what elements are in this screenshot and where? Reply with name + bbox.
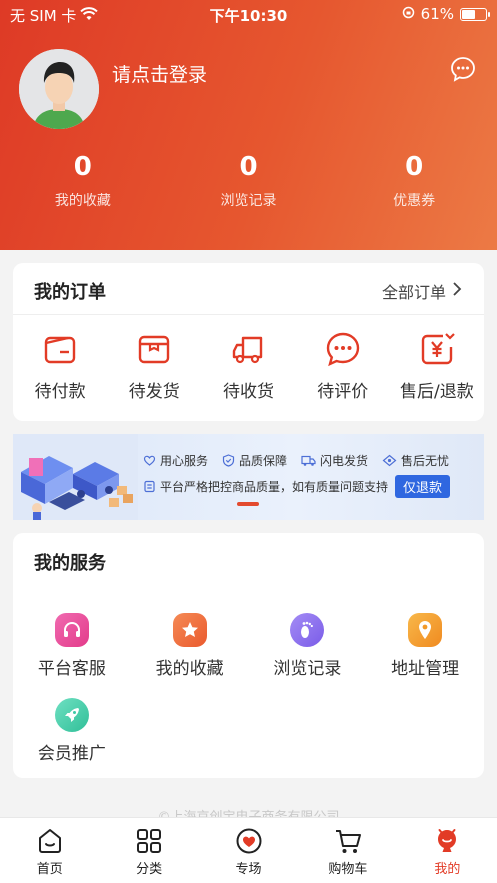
services-card: 我的服务 平台客服 我的收藏 浏览记录 地址管理 会员推广 (13, 533, 484, 778)
profile-header: 无 SIM 卡 下午10:30 61% 请点击登录 0 我的收藏 0 浏览记录 … (0, 0, 497, 250)
stat-label: 优惠券 (393, 193, 436, 209)
order-pending-payment[interactable]: 待付款 (13, 331, 107, 402)
banner-tag-label: 闪电发货 (320, 454, 369, 468)
service-label: 会员推广 (37, 744, 106, 764)
home-icon (38, 829, 61, 853)
order-pending-shipment[interactable]: 待发货 (107, 331, 201, 402)
stat-label: 我的收藏 (54, 193, 111, 209)
comment-icon (326, 332, 359, 367)
tab-profile[interactable]: 我的 (398, 818, 497, 883)
banner-tags: 用心服务 品质保障 闪电发货 售后无忧 (143, 452, 449, 469)
service-banner[interactable]: 用心服务 品质保障 闪电发货 售后无忧 平台严格把控商品质量，如有质量问题支持 … (13, 434, 484, 520)
tab-home[interactable]: 首页 (0, 818, 99, 883)
banner-tag: 闪电发货 (301, 452, 368, 469)
service-customer-support[interactable]: 平台客服 (13, 613, 131, 698)
special-heart-icon (236, 828, 262, 854)
banner-tag: 用心服务 (143, 452, 208, 469)
tab-label: 分类 (136, 862, 163, 877)
stat-value: 0 (239, 152, 258, 182)
warehouse-illustration (13, 434, 138, 520)
service-favorites[interactable]: 我的收藏 (131, 613, 249, 698)
banner-tag-label: 用心服务 (160, 454, 209, 468)
tab-label: 购物车 (328, 862, 368, 877)
banner-tag: 售后无忧 (382, 452, 449, 469)
profile-icon (438, 829, 457, 852)
services-title: 我的服务 (34, 553, 106, 574)
footprint-icon (290, 613, 325, 647)
rotation-lock-icon (402, 5, 415, 23)
banner-description-text: 平台严格把控商品质量，如有质量问题支持 (160, 480, 389, 494)
box-icon (139, 335, 170, 364)
message-icon[interactable] (450, 56, 476, 82)
service-member-promotion[interactable]: 会员推广 (13, 698, 131, 783)
status-bar: 无 SIM 卡 下午10:30 61% (0, 0, 497, 28)
service-label: 地址管理 (391, 659, 460, 679)
banner-page-indicator (237, 502, 259, 506)
order-label: 待收货 (223, 382, 274, 402)
stat-value: 0 (73, 152, 92, 182)
battery-percent: 61% (420, 5, 454, 23)
order-label: 待发货 (128, 382, 180, 402)
order-label: 待评价 (317, 382, 369, 402)
cart-icon (335, 830, 361, 853)
tab-category[interactable]: 分类 (99, 818, 198, 883)
stats-row: 0 我的收藏 0 浏览记录 0 优惠券 (0, 152, 497, 210)
stat-value: 0 (405, 152, 424, 182)
tab-cart[interactable]: 购物车 (298, 818, 397, 883)
order-label: 待付款 (34, 382, 86, 402)
battery-icon (460, 7, 490, 21)
tab-bar: 首页 分类 专场 购物车 我的 (0, 817, 497, 883)
all-orders-link[interactable]: 全部订单 (382, 279, 462, 303)
services-grid: 平台客服 我的收藏 浏览记录 地址管理 会员推广 (13, 613, 484, 783)
headset-icon (54, 613, 89, 647)
chevron-right-icon (452, 281, 462, 301)
shield-icon (222, 454, 235, 467)
refund-icon (421, 333, 455, 365)
star-icon (172, 613, 207, 647)
order-status-row: 待付款 待发货 待收货 待评价 售后/退款 (13, 331, 484, 402)
service-label: 我的收藏 (155, 659, 224, 679)
service-address[interactable]: 地址管理 (366, 613, 484, 698)
banner-description: 平台严格把控商品质量，如有质量问题支持 仅退款 (143, 475, 451, 498)
order-label: 售后/退款 (400, 382, 474, 402)
wallet-icon (44, 336, 76, 364)
order-pending-receipt[interactable]: 待收货 (201, 331, 295, 402)
document-check-icon (144, 480, 155, 493)
truck-icon (232, 336, 262, 364)
banner-tag-label: 售后无忧 (401, 454, 450, 468)
tab-label: 首页 (36, 862, 63, 877)
stat-history[interactable]: 0 浏览记录 (166, 152, 332, 210)
avatar[interactable] (19, 49, 99, 129)
rocket-icon (54, 698, 89, 732)
service-history[interactable]: 浏览记录 (249, 613, 367, 698)
service-label: 平台客服 (37, 659, 106, 679)
tab-label: 专场 (235, 862, 262, 877)
location-pin-icon (408, 613, 443, 647)
order-pending-review[interactable]: 待评价 (296, 331, 390, 402)
tab-label: 我的 (434, 862, 461, 877)
refund-only-button[interactable]: 仅退款 (395, 475, 451, 498)
orders-card: 我的订单 全部订单 待付款 待发货 待收货 待评价 售后/退款 (13, 263, 484, 421)
stat-favorites[interactable]: 0 我的收藏 (0, 152, 166, 210)
stat-label: 浏览记录 (220, 193, 277, 209)
banner-tag: 品质保障 (222, 452, 287, 469)
category-icon (137, 829, 162, 853)
service-diamond-icon (382, 454, 397, 467)
heart-hand-icon (143, 455, 156, 466)
orders-title: 我的订单 (34, 282, 106, 303)
stat-coupons[interactable]: 0 优惠券 (331, 152, 497, 210)
banner-tag-label: 品质保障 (239, 454, 288, 468)
service-label: 浏览记录 (273, 659, 342, 679)
tab-special[interactable]: 专场 (199, 818, 298, 883)
all-orders-label: 全部订单 (381, 283, 446, 302)
orders-header: 我的订单 全部订单 (13, 263, 484, 315)
order-after-sales[interactable]: 售后/退款 (390, 331, 484, 402)
delivery-truck-icon (301, 455, 316, 466)
login-prompt[interactable]: 请点击登录 (112, 60, 207, 87)
